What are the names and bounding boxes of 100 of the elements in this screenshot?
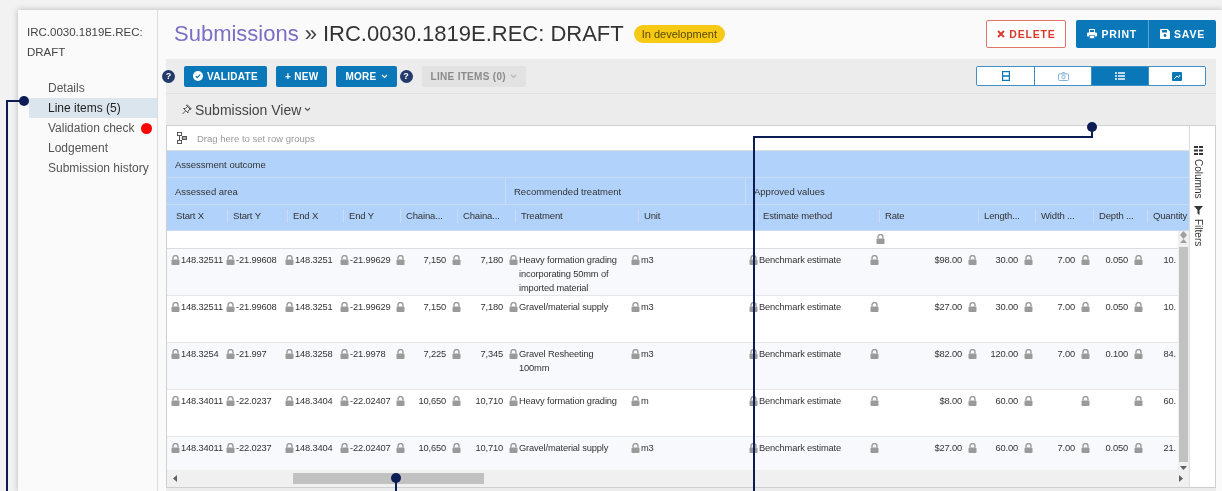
lock-icon	[285, 255, 294, 265]
lock-icon	[870, 443, 879, 453]
lock-icon	[749, 255, 758, 265]
column-header[interactable]: Chaina...	[400, 209, 456, 223]
help-icon[interactable]: ?	[162, 69, 175, 83]
column-header[interactable]: End X	[287, 209, 342, 223]
table-cell-text: Benchmark estimate	[759, 395, 842, 408]
action-button[interactable]: VALIDATE	[184, 65, 267, 87]
view-toggle[interactable]	[1034, 67, 1091, 85]
table-cell-text: 10.	[1163, 254, 1176, 267]
table-cell-text: 148.3404	[295, 395, 333, 408]
table-cell-text: m3	[641, 442, 654, 455]
column-header[interactable]: Start X	[171, 209, 226, 223]
table-cell-text: Heavy formation grading	[519, 395, 617, 408]
table-cell-text: 0.050	[1105, 254, 1128, 267]
lock-icon	[452, 349, 461, 359]
print-button[interactable]: PRINT	[1076, 19, 1149, 48]
table-cell-text: 7.00	[1057, 254, 1075, 267]
view-toggle[interactable]	[1148, 67, 1205, 85]
sidebar-item[interactable]: Submission history	[29, 158, 157, 178]
view-toggle[interactable]	[1091, 67, 1148, 85]
lock-icon	[968, 396, 977, 406]
help-icon[interactable]: ?	[399, 69, 413, 83]
lock-icon	[1081, 255, 1090, 265]
save-button[interactable]: SAVE	[1149, 19, 1216, 48]
side-panel-tab[interactable]: Columns	[1193, 146, 1204, 199]
sidebar-item[interactable]: Lodgement	[29, 138, 157, 158]
lock-icon	[968, 302, 977, 312]
caret-icon	[304, 107, 312, 112]
table-cell-text: 60.00	[995, 442, 1018, 455]
delete-button[interactable]: DELETE	[986, 19, 1067, 48]
table-cell-text: Gravel/material supply	[519, 442, 609, 455]
lock-icon	[285, 396, 294, 406]
table-cell-text: Heavy formation grading incorporating 50mm of imported material	[519, 254, 618, 295]
lock-icon	[396, 302, 405, 312]
column-header[interactable]: Unit	[638, 209, 756, 223]
table-cell-text: -22.02407	[350, 395, 391, 408]
column-header[interactable]: Length...	[978, 209, 1034, 223]
row-groups-icon	[177, 132, 187, 144]
lock-icon	[1024, 443, 1033, 453]
table-cell-text: -22.0237	[236, 442, 272, 455]
lock-icon	[452, 396, 461, 406]
vertical-scrollbar[interactable]	[1178, 231, 1189, 470]
column-header[interactable]: Start Y	[227, 209, 286, 223]
menu-button[interactable]: MORE	[336, 65, 397, 87]
column-header[interactable]: Chaina...	[457, 209, 514, 223]
table-cell-text: 7,150	[423, 254, 446, 267]
column-header[interactable]: Rate	[879, 209, 977, 223]
column-group-header: Assessment outcome	[175, 158, 266, 170]
column-header[interactable]: End Y	[343, 209, 399, 223]
table-cell-text: 60.00	[995, 395, 1018, 408]
side-panel-tab[interactable]: Filters	[1193, 206, 1204, 247]
breadcrumb-separator: »	[304, 20, 317, 47]
breadcrumb-link[interactable]: Submissions	[174, 20, 299, 47]
table-cell-text: 7.00	[1057, 442, 1075, 455]
lock-icon	[285, 443, 294, 453]
action-button[interactable]: + NEW	[275, 65, 328, 87]
lock-icon	[1134, 255, 1143, 265]
view-toggle[interactable]	[977, 67, 1034, 85]
table-cell-text: -22.0237	[236, 395, 272, 408]
table-cell-text: Benchmark estimate	[759, 442, 842, 455]
table-cell-text: 148.34011	[181, 442, 223, 455]
column-group-header: Approved values	[754, 185, 825, 197]
status-badge: In development	[633, 24, 725, 43]
lock-icon	[226, 443, 235, 453]
column-header[interactable]: Quantity	[1147, 209, 1195, 223]
image-icon	[1172, 71, 1182, 81]
lock-icon	[1134, 443, 1143, 453]
scrollbar-thumb[interactable]	[293, 473, 484, 484]
lock-icon	[509, 396, 518, 406]
sidebar-item[interactable]: Line items (5)	[29, 98, 157, 118]
table-cell-text: 7,150	[423, 301, 446, 314]
check-circle-icon	[193, 71, 203, 81]
table-cell-text: 10,710	[475, 442, 503, 455]
table-cell-text: 7,180	[480, 254, 503, 267]
sidebar-item[interactable]: Validation check	[29, 118, 157, 138]
lock-icon	[631, 443, 640, 453]
column-header[interactable]: Treatment	[515, 209, 637, 223]
lock-icon	[870, 302, 879, 312]
lock-icon	[396, 255, 405, 265]
column-header[interactable]: Estimate method	[757, 209, 878, 223]
column-header[interactable]: Depth ...	[1093, 209, 1146, 223]
lock-icon	[452, 255, 461, 265]
lock-icon	[171, 349, 180, 359]
horizontal-scrollbar[interactable]	[167, 470, 1189, 487]
lock-icon	[1081, 443, 1090, 453]
table-cell-text: -21.99629	[350, 254, 391, 267]
lock-icon	[749, 443, 758, 453]
lock-icon	[226, 255, 235, 265]
lock-icon	[452, 443, 461, 453]
scroll-left-icon	[173, 475, 177, 482]
table-cell-text: m	[641, 395, 649, 408]
view-menu[interactable]: Submission View	[182, 101, 312, 118]
table-cell-text: -21.997	[236, 348, 267, 361]
form-icon	[1001, 71, 1010, 81]
lock-icon	[171, 255, 180, 265]
table-cell-text: 7,345	[480, 348, 503, 361]
column-header[interactable]: Width ...	[1035, 209, 1092, 223]
sidebar-item[interactable]: Details	[29, 78, 157, 98]
lock-icon	[509, 302, 518, 312]
